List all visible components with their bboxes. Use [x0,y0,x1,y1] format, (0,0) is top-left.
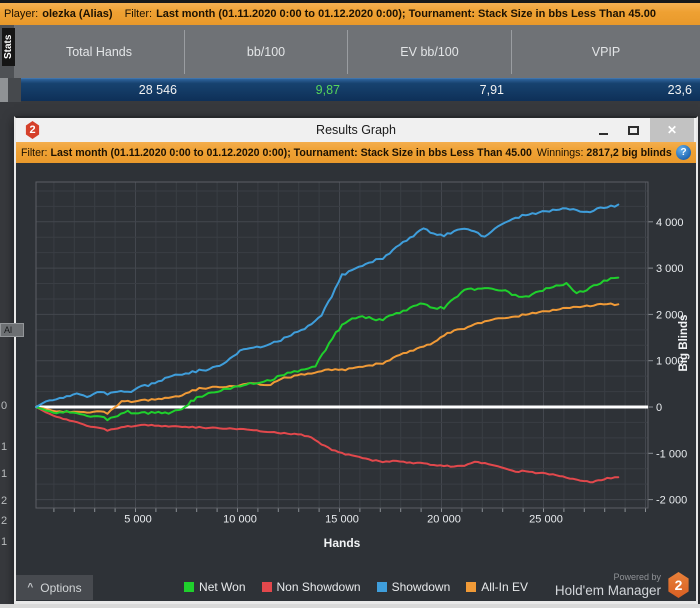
brand-logo-glyph: 2 [674,577,683,593]
legend-item-non-showdown[interactable]: Non Showdown [261,580,361,594]
legend-label: Showdown [391,580,451,594]
player-label: Player: [4,8,39,20]
column-header-vpip[interactable]: VPIP [512,30,700,74]
occluded-fragment: 1 [1,441,8,453]
dialog-filter-label: Filter: [21,146,48,159]
dialog-filter-value: Last month (01.11.2020 0:00 to 01.12.202… [50,146,532,159]
occluded-fragment: 0 [1,400,8,412]
y-tick-label: 0 [656,402,662,414]
stats-tab[interactable]: Stats [2,28,15,66]
filter-label: Filter: [124,8,153,20]
filter-value: Last month (01.11.2020 0:00 to 01.12.202… [156,8,656,20]
x-tick-label: 20 000 [427,514,461,526]
stat-value: 23,6 [667,83,692,97]
legend-label: Net Won [199,580,246,594]
occluded-fragment: 2 [1,515,8,527]
row-left-stub-dark [8,78,21,102]
x-tick-label: 25 000 [529,514,563,526]
winnings-value: 2817,2 big blinds [586,146,672,159]
stats-header-row: Total Hands bb/100 EV bb/100 VPIP [14,25,700,78]
legend-swatch-icon [261,582,272,592]
stats-values-row[interactable]: 28 546 9,87 7,91 23,6 [21,78,700,101]
minimize-button[interactable] [592,118,614,142]
series-all-in-ev [35,302,620,415]
powered-by-block: Powered by Hold'em Manager 2 [555,572,690,598]
occluded-fragment: 2 [1,495,8,507]
x-tick-label: 15 000 [325,514,359,526]
occluded-fragment: 1 [1,468,8,480]
results-graph-dialog: 2 Results Graph ✕ Filter: Last month (01… [14,116,698,604]
row-left-stub [0,78,8,102]
maximize-icon [627,125,639,135]
series-non-showdown [35,406,620,484]
column-header-ev-bb-100[interactable]: EV bb/100 [348,29,512,74]
y-tick-label: -2 000 [656,495,687,507]
dialog-filter-bar: Filter: Last month (01.11.2020 0:00 to 0… [16,142,696,163]
minimize-icon [598,133,608,135]
maximize-button[interactable] [622,118,644,142]
legend-swatch-icon [184,582,195,592]
legend-item-all-in-ev[interactable]: All-In EV [466,580,528,594]
player-value: olezka (Alias) [42,8,113,20]
x-tick-label: 10 000 [223,514,257,526]
legend-item-net-won[interactable]: Net Won [184,580,246,594]
results-line-chart: 4 0003 0002 0001 0000-1 000-2 0005 000 10… [35,181,690,550]
occluded-fragment: 1 [1,536,8,548]
x-tick-label: 5 000 [124,514,152,526]
chart-body: 4 000 3 000 2 000 1 000 0 -1 000 -2 000 5 000 10… [16,163,696,601]
legend-label: All-In EV [481,580,528,594]
legend-item-showdown[interactable]: Showdown [376,580,451,594]
legend-label: Non Showdown [276,580,361,594]
legend-swatch-icon [376,582,387,592]
column-header-bb-100[interactable]: bb/100 [185,29,348,74]
brand-name: Hold'em Manager [554,583,661,598]
y-tick-label: -1 000 [656,448,687,460]
y-tick-label: 4 000 [656,217,684,229]
bottom-light-strip [0,604,700,608]
dialog-titlebar[interactable]: 2 Results Graph ✕ [16,118,696,142]
stat-value: 7,91 [479,83,504,97]
stat-value: 9,87 [315,83,340,97]
chart-axes [35,181,653,512]
holdem-manager-logo-icon: 2 [668,572,689,598]
stats-tab-label: Stats [3,34,14,60]
winnings-label: Winnings: [536,146,584,159]
stat-value: 28 546 [138,83,177,97]
legend-swatch-icon [466,582,477,592]
chart-grid [36,182,648,508]
powered-by-label: Powered by [613,572,661,582]
y-axis-title: Big Blinds [678,315,690,372]
info-icon[interactable]: ? [676,145,691,160]
column-header-total-hands[interactable]: Total Hands [14,29,185,74]
chart-series [35,203,620,484]
y-tick-label: 3 000 [656,263,684,275]
series-showdown [35,203,620,408]
close-button[interactable]: ✕ [650,118,694,142]
player-filter-bar: Player: olezka (Alias) Filter: Last mont… [0,3,700,25]
x-axis-title: Hands [324,536,361,550]
